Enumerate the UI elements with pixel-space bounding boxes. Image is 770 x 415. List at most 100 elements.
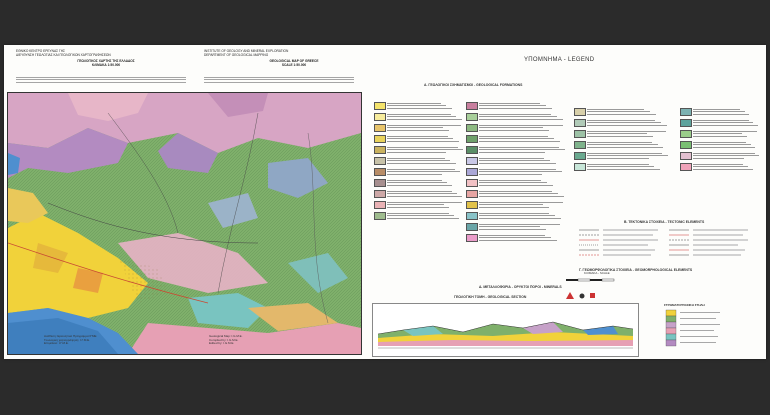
legend-column-2 [466, 101, 566, 244]
footer-right: Geological Map: I.G.M.E. Compiled by: I.… [209, 335, 359, 346]
legend-swatch [574, 108, 586, 116]
legend-description [693, 140, 760, 148]
legend-entry [680, 129, 760, 138]
footer-left: Ανάθεση: Ερευνητικό Πρόγραμμα ΙΓΜΕ Γεωλο… [44, 335, 194, 346]
header-left-notes [16, 75, 186, 83]
legend-swatch [374, 212, 386, 220]
legend-swatch [374, 124, 386, 132]
legend-swatch [680, 163, 692, 171]
legend-swatch [466, 124, 478, 132]
legend-entry [680, 107, 760, 116]
legend-entry [574, 118, 669, 127]
header-left: ΕΘΝΙΚΟ ΚΕΝΤΡΟ ΕΡΕΥΝΑΣ ΓΗΣ ΔΙΕΥΘΥΝΣΗ ΓΕΩΛ… [16, 49, 196, 67]
legend-title: ΥΠΟΜΝΗΜΑ - LEGEND [524, 57, 595, 63]
legend-entry [374, 156, 464, 165]
scale-bar [566, 278, 615, 282]
legend-entry [680, 118, 760, 127]
legend-swatch [680, 108, 692, 116]
legend-entry [466, 156, 566, 165]
legend-entry [466, 167, 566, 176]
strat-title: ΣΤΡΩΜΑΤΟΓΡΑΦΙΚΗ ΣΤΗΛΗ [664, 303, 705, 307]
legend-description [387, 200, 464, 208]
legend-entry [574, 140, 669, 149]
scale-label: ΚΛΙΜΑΚΑ - SCALE [584, 271, 610, 275]
legend-entry [574, 129, 669, 138]
legend-column-4 [680, 107, 760, 173]
legend-section-tectonic: Β. ΤΕΚΤΟΝΙΚΑ ΣΤΟΙΧΕΙΑ - TECTONIC ELEMENT… [624, 220, 705, 224]
legend-description [587, 107, 669, 115]
legend-entry [466, 101, 566, 110]
legend-swatch [466, 113, 478, 121]
tectonic-symbols [579, 229, 748, 256]
legend-entry [374, 167, 464, 176]
legend-entry [374, 200, 464, 209]
legend-description [387, 145, 464, 153]
legend-swatch [374, 190, 386, 198]
legend-description [387, 134, 464, 142]
legend-description [387, 123, 464, 131]
legend-entry [574, 162, 669, 171]
legend-entry [466, 145, 566, 154]
geological-map[interactable] [7, 92, 362, 355]
legend-entry [374, 178, 464, 187]
legend-entry [374, 101, 464, 110]
legend-entry [574, 151, 669, 160]
legend-description [479, 123, 566, 131]
geological-cross-section[interactable] [372, 303, 639, 357]
legend-description [693, 107, 760, 115]
legend-swatch [374, 102, 386, 110]
mineral-symbols [566, 292, 595, 299]
legend-description [693, 151, 760, 159]
section-title: ΓΕΩΛΟΓΙΚΗ ΤΟΜΗ - GEOLOGICAL SECTION [454, 295, 527, 299]
legend-description [479, 233, 566, 241]
legend-swatch [466, 201, 478, 209]
legend-entry [466, 178, 566, 187]
legend-entry [680, 140, 760, 149]
legend-column-1 [374, 101, 464, 222]
legend-description [479, 211, 566, 219]
legend-entry [374, 134, 464, 143]
header-right-notes [204, 75, 354, 83]
legend-swatch [374, 113, 386, 121]
legend-swatch [466, 212, 478, 220]
legend-description [387, 101, 464, 109]
legend-description [387, 156, 464, 164]
legend-entry [374, 211, 464, 220]
header-left-scale: ΚΛΙΜΑΚΑ 1:50.000 [91, 63, 121, 67]
legend-swatch [574, 141, 586, 149]
legend-description [479, 134, 566, 142]
header-right: INSTITUTE OF GEOLOGY AND MINERAL EXPLORA… [204, 49, 384, 67]
legend-description [387, 178, 464, 186]
legend-description [693, 129, 760, 137]
legend-description [479, 200, 566, 208]
legend-swatch [466, 168, 478, 176]
legend-swatch [466, 135, 478, 143]
legend-entry [374, 189, 464, 198]
legend-entry [374, 145, 464, 154]
legend-description [387, 167, 464, 175]
legend-swatch [466, 190, 478, 198]
legend-swatch [574, 130, 586, 138]
legend-entry [466, 112, 566, 121]
legend-description [387, 211, 464, 219]
legend-description [479, 156, 566, 164]
legend-entry [466, 222, 566, 231]
legend-swatch [466, 102, 478, 110]
legend-entry [466, 211, 566, 220]
footer-right-line-3: Edited by: I.G.M.E. [209, 342, 235, 346]
legend-entry [374, 123, 464, 132]
cross-section-drawing [377, 321, 634, 349]
legend-swatch [680, 141, 692, 149]
legend-entry [466, 233, 566, 242]
legend-swatch [374, 179, 386, 187]
legend-description [479, 145, 566, 153]
legend-entry [574, 107, 669, 116]
legend-entry [466, 123, 566, 132]
legend-entry [374, 112, 464, 121]
legend-description [479, 189, 566, 197]
legend-description [693, 118, 760, 126]
legend-swatch [374, 201, 386, 209]
stratigraphic-column: ΣΤΡΩΜΑΤΟΓΡΑΦΙΚΗ ΣΤΗΛΗ [664, 303, 734, 355]
legend-swatch [680, 130, 692, 138]
legend-entry [680, 162, 760, 171]
